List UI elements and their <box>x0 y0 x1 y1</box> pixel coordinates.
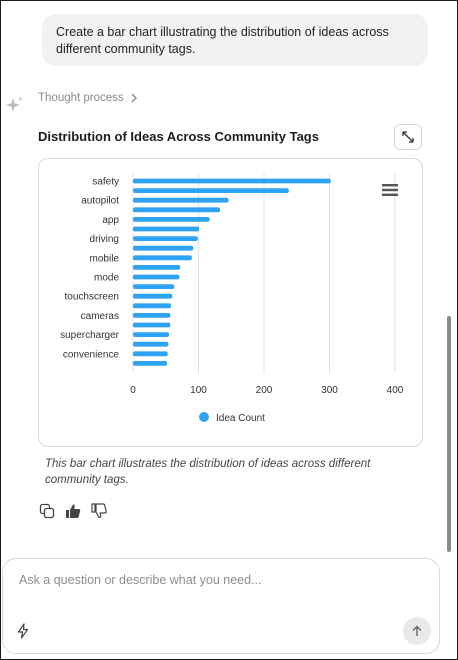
bar <box>133 284 175 289</box>
thumbs-down-icon[interactable] <box>91 503 107 519</box>
bar <box>133 361 168 366</box>
category-label: app <box>102 215 119 226</box>
thought-process-toggle[interactable]: Thought process <box>38 92 138 104</box>
bar <box>133 293 173 299</box>
bar <box>133 313 171 318</box>
category-label: mode <box>94 273 119 284</box>
bar <box>133 245 194 251</box>
bar <box>133 351 168 357</box>
bar <box>133 178 331 184</box>
thought-process-label: Thought process <box>38 92 124 104</box>
x-tick-label: 300 <box>321 385 338 396</box>
bar <box>133 341 169 347</box>
bar-chart: 0 100 200 300 400 safety autopilot app driving mo… <box>60 173 404 424</box>
message-actions <box>39 503 107 519</box>
expand-icon <box>402 131 414 143</box>
arrow-up-icon <box>412 625 422 636</box>
bar <box>133 217 210 222</box>
category-label: mobile <box>90 253 120 264</box>
category-label: touchscreen <box>65 292 119 303</box>
user-message-text: Create a bar chart illustrating the dist… <box>56 25 389 56</box>
bar <box>133 197 229 203</box>
category-label: supercharger <box>60 330 120 341</box>
copy-icon[interactable] <box>39 503 55 519</box>
x-tick-label: 100 <box>190 385 207 396</box>
legend-marker <box>199 412 209 422</box>
bar <box>133 226 200 232</box>
x-tick-label: 0 <box>130 385 136 396</box>
lightning-icon[interactable] <box>16 623 30 639</box>
thumbs-up-icon[interactable] <box>65 503 81 519</box>
scrollbar-thumb[interactable] <box>447 316 451 552</box>
category-label: autopilot <box>81 196 119 207</box>
bar <box>133 188 289 193</box>
bar <box>133 274 180 280</box>
send-button[interactable] <box>403 617 431 645</box>
bar <box>133 265 181 270</box>
x-tick-label: 200 <box>256 385 273 396</box>
sparkle-icon <box>6 96 24 112</box>
chart-caption: This bar chart illustrates the distribut… <box>45 458 371 486</box>
chart-title: Distribution of Ideas Across Community T… <box>38 129 319 144</box>
category-label: convenience <box>63 349 120 360</box>
legend-label: Idea Count <box>216 413 265 424</box>
bar <box>133 303 171 309</box>
category-label: driving <box>90 234 119 245</box>
x-tick-label: 400 <box>387 385 404 396</box>
user-message-bubble: Create a bar chart illustrating the dist… <box>42 14 428 66</box>
chart-card: 0 100 200 300 400 safety autopilot app driving mo… <box>38 158 423 447</box>
expand-button[interactable] <box>394 124 422 150</box>
chevron-right-icon <box>131 93 137 103</box>
hamburger-menu-icon[interactable] <box>382 183 398 197</box>
category-label: safety <box>92 177 119 188</box>
composer <box>2 558 440 654</box>
bar <box>133 332 170 337</box>
category-label: cameras <box>81 311 119 322</box>
bar <box>133 236 198 241</box>
prompt-input[interactable] <box>17 569 431 591</box>
bar <box>133 255 192 261</box>
bar <box>133 322 171 328</box>
bar <box>133 207 221 213</box>
